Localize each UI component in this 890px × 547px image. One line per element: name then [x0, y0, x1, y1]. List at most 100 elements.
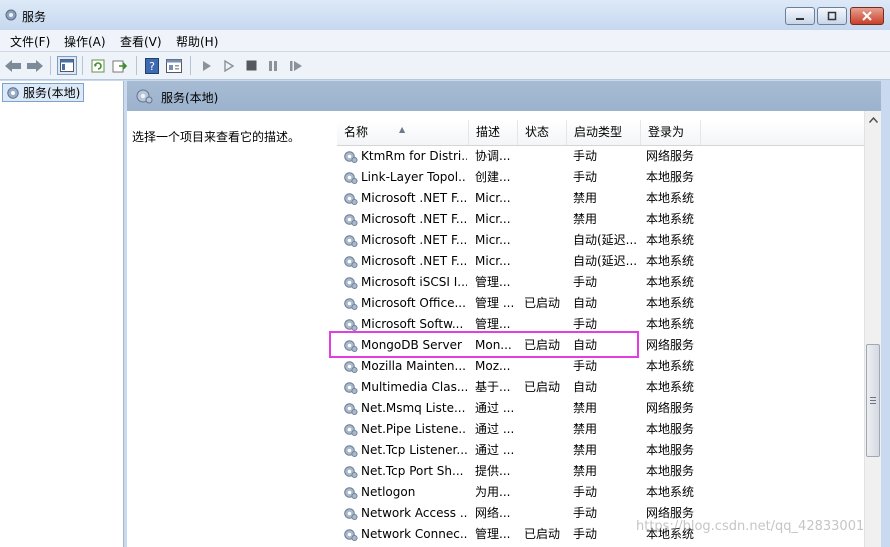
table-row[interactable]: Multimedia Clas... 基于... 已启动 自动 本地系统 — [337, 377, 864, 398]
vertical-scrollbar[interactable] — [864, 111, 882, 547]
title-bar: 服务 — [0, 0, 890, 30]
service-description: 创建... — [475, 170, 511, 184]
table-row[interactable]: Microsoft .NET F... Micr... 自动(延迟... 本地系统 — [337, 251, 864, 272]
table-row[interactable]: Mozilla Mainten... Moz... 手动 本地系统 — [337, 356, 864, 377]
service-status — [524, 461, 570, 482]
pause-service-button[interactable] — [263, 56, 283, 75]
gear-icon — [343, 149, 358, 164]
service-description: 通过 ... — [475, 443, 515, 457]
gear-icon — [343, 464, 358, 479]
service-status — [524, 398, 570, 419]
service-status: 已启动 — [524, 380, 561, 394]
column-header-log-on-as[interactable]: 登录为 — [641, 120, 701, 145]
console-tree-button[interactable] — [57, 56, 77, 75]
gear-icon — [343, 485, 358, 500]
console-tree: 服务(本地) — [0, 81, 124, 547]
service-startup-type: 手动 — [573, 170, 598, 184]
column-header-name[interactable]: 名称 ▲ — [337, 120, 469, 145]
service-description: 基于... — [475, 380, 511, 394]
table-row[interactable]: KtmRm for Distri... 协调... 手动 网络服务 — [337, 146, 864, 167]
service-status: 已启动 — [524, 527, 561, 541]
gear-icon — [343, 275, 358, 290]
table-row[interactable]: Microsoft Office... 管理 ... 已启动 自动 本地系统 — [337, 293, 864, 314]
scroll-up-button[interactable] — [865, 111, 882, 128]
service-log-on-as: 网络服务 — [646, 338, 695, 352]
restart-service-button[interactable] — [286, 56, 306, 75]
services-header-title: 服务(本地) — [161, 91, 219, 105]
menu-file[interactable]: 文件(F) — [10, 33, 50, 50]
grip-icon — [870, 397, 876, 404]
service-startup-type: 自动 — [573, 296, 598, 310]
service-description: 管理... — [475, 275, 511, 289]
service-name: Microsoft .NET F... — [361, 254, 467, 268]
back-button[interactable] — [3, 56, 23, 75]
service-description: Micr... — [475, 233, 511, 247]
service-log-on-as: 本地系统 — [646, 254, 695, 268]
service-name: Multimedia Clas... — [361, 380, 467, 394]
gear-icon — [343, 317, 358, 332]
maximize-icon — [827, 11, 837, 21]
column-header-status[interactable]: 状态 — [518, 120, 567, 145]
close-button[interactable] — [850, 7, 884, 25]
table-row[interactable]: Net.Tcp Listener... 通过 ... 禁用 本地服务 — [337, 440, 864, 461]
service-name: Network Connec... — [361, 527, 467, 541]
menu-help[interactable]: 帮助(H) — [176, 33, 218, 50]
table-row[interactable]: Microsoft .NET F... Micr... 自动(延迟... 本地系统 — [337, 230, 864, 251]
properties-icon — [166, 58, 182, 73]
table-row[interactable]: Net.Tcp Port Sh... 提供... 禁用 本地服务 — [337, 461, 864, 482]
services-header: 服务(本地) — [127, 81, 881, 111]
service-startup-type: 禁用 — [573, 212, 598, 226]
menu-action[interactable]: 操作(A) — [64, 33, 106, 50]
table-row[interactable]: Netlogon 为用... 手动 本地系统 — [337, 482, 864, 503]
table-row[interactable]: Link-Layer Topol... 创建... 手动 本地服务 — [337, 167, 864, 188]
description-text: 选择一个项目来查看它的描述。 — [132, 130, 301, 144]
stop-icon — [246, 60, 256, 71]
service-name: Microsoft iSCSI I... — [361, 275, 467, 289]
service-startup-type: 禁用 — [573, 422, 598, 436]
highlight-annotation — [329, 331, 639, 358]
menu-bar: 文件(F) 操作(A) 查看(V) 帮助(H) — [0, 30, 890, 52]
service-description: 为用... — [475, 485, 511, 499]
column-header-description[interactable]: 描述 — [469, 120, 518, 145]
table-row[interactable]: Microsoft iSCSI I... 管理... 手动 本地系统 — [337, 272, 864, 293]
console-tree-icon — [60, 59, 74, 72]
table-row[interactable]: Microsoft .NET F... Micr... 禁用 本地系统 — [337, 188, 864, 209]
table-row[interactable]: Microsoft .NET F... Micr... 禁用 本地系统 — [337, 209, 864, 230]
service-status — [524, 251, 570, 272]
service-status — [524, 419, 570, 440]
chevron-up-icon — [869, 116, 878, 123]
gear-icon — [136, 89, 153, 104]
service-name: Microsoft .NET F... — [361, 191, 467, 205]
services-list: 名称 ▲ 描述 状态 启动类型 登录为 KtmRm for Distri... 协… — [337, 111, 864, 547]
column-header-startup-type[interactable]: 启动类型 — [567, 120, 641, 145]
maximize-button[interactable] — [817, 7, 847, 25]
table-row[interactable]: Net.Msmq Liste... 通过 ... 禁用 网络服务 — [337, 398, 864, 419]
minimize-button[interactable] — [785, 7, 815, 25]
service-name: Net.Msmq Liste... — [361, 401, 466, 415]
menu-view[interactable]: 查看(V) — [120, 33, 162, 50]
refresh-button[interactable] — [88, 56, 108, 75]
scroll-thumb[interactable] — [866, 344, 880, 457]
service-log-on-as: 网络服务 — [646, 401, 695, 415]
service-description: Micr... — [475, 191, 511, 205]
start-service-alt-button[interactable] — [219, 56, 239, 75]
gear-icon — [343, 443, 358, 458]
properties-button[interactable] — [164, 56, 184, 75]
service-startup-type: 手动 — [573, 527, 598, 541]
start-service-button[interactable] — [197, 56, 217, 75]
svg-text:?: ? — [149, 60, 155, 73]
forward-button[interactable] — [25, 56, 45, 75]
export-button[interactable] — [110, 56, 130, 75]
tree-item-services-local[interactable]: 服务(本地) — [2, 83, 85, 102]
table-row[interactable]: Net.Pipe Listene... 通过 ... 禁用 本地服务 — [337, 419, 864, 440]
stop-service-button[interactable] — [241, 56, 261, 75]
sort-ascending-icon: ▲ — [399, 125, 406, 134]
service-status — [524, 482, 570, 503]
help-button[interactable]: ? — [142, 56, 162, 75]
service-description: Micr... — [475, 254, 511, 268]
service-status — [524, 146, 570, 167]
service-status — [524, 188, 570, 209]
service-name: Network Access ... — [361, 506, 467, 520]
service-name: Net.Tcp Listener... — [361, 443, 467, 457]
play-alt-icon — [224, 59, 234, 72]
